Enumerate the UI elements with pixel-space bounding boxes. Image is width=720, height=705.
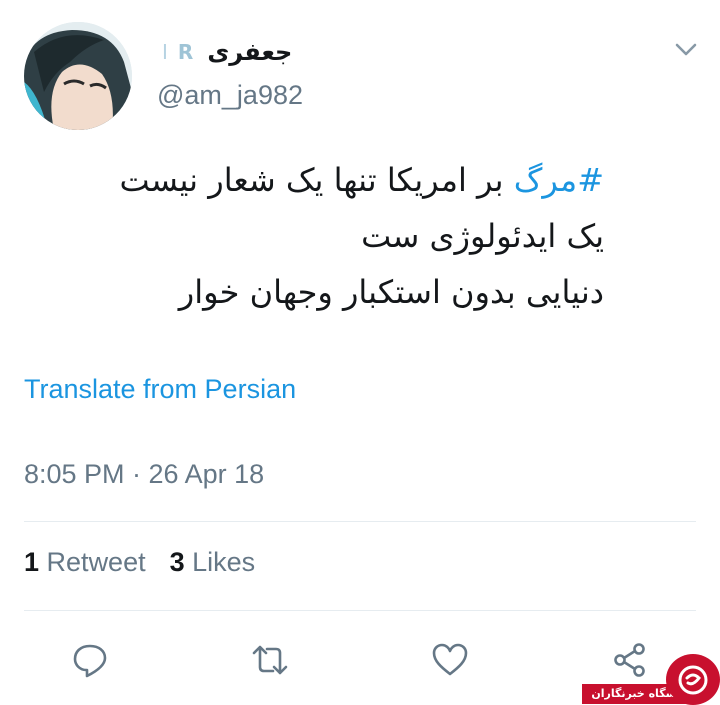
- avatar[interactable]: [24, 22, 132, 130]
- heart-icon: [432, 643, 468, 676]
- retweets-stat[interactable]: 1 Retweet: [24, 547, 146, 578]
- likes-stat[interactable]: 3 Likes: [170, 547, 256, 578]
- hashtag-link[interactable]: #مرگ: [514, 161, 604, 199]
- tweet-timestamp: 8:05 PM · 26 Apr 18: [24, 459, 265, 489]
- watermark-logo: باشگاه خبرنگاران: [582, 654, 720, 705]
- divider: [24, 521, 696, 522]
- user-handle[interactable]: @am_ja982: [157, 80, 303, 111]
- badge-letter: I: [162, 40, 168, 64]
- tweet-text-line: یک ایدئولوژی ست: [361, 217, 604, 255]
- retweet-button[interactable]: [246, 636, 294, 684]
- display-name-row[interactable]: I R جعفری: [162, 36, 292, 68]
- like-button[interactable]: [426, 636, 474, 684]
- tweet-text-line: #مرگ بر امریکا تنها یک شعار نیست: [119, 161, 604, 199]
- reply-icon: [73, 644, 107, 678]
- retweet-icon: [252, 645, 288, 675]
- display-name[interactable]: جعفری: [207, 38, 292, 66]
- chevron-down-icon[interactable]: [672, 38, 700, 62]
- watermark-emblem: [666, 654, 720, 705]
- avatar-illustration: [24, 22, 132, 130]
- translate-link[interactable]: Translate from Persian: [24, 374, 296, 405]
- badge-letter: R: [177, 40, 194, 64]
- divider: [24, 610, 696, 611]
- tweet-text-line: دنیایی بدون استکبار وجهان خوار: [178, 273, 604, 311]
- reply-button[interactable]: [66, 636, 114, 684]
- tweet-stats: 1 Retweet 3 Likes: [24, 547, 255, 578]
- tweet-text: #مرگ بر امریکا تنها یک شعار نیست یک ایدئ…: [20, 152, 604, 320]
